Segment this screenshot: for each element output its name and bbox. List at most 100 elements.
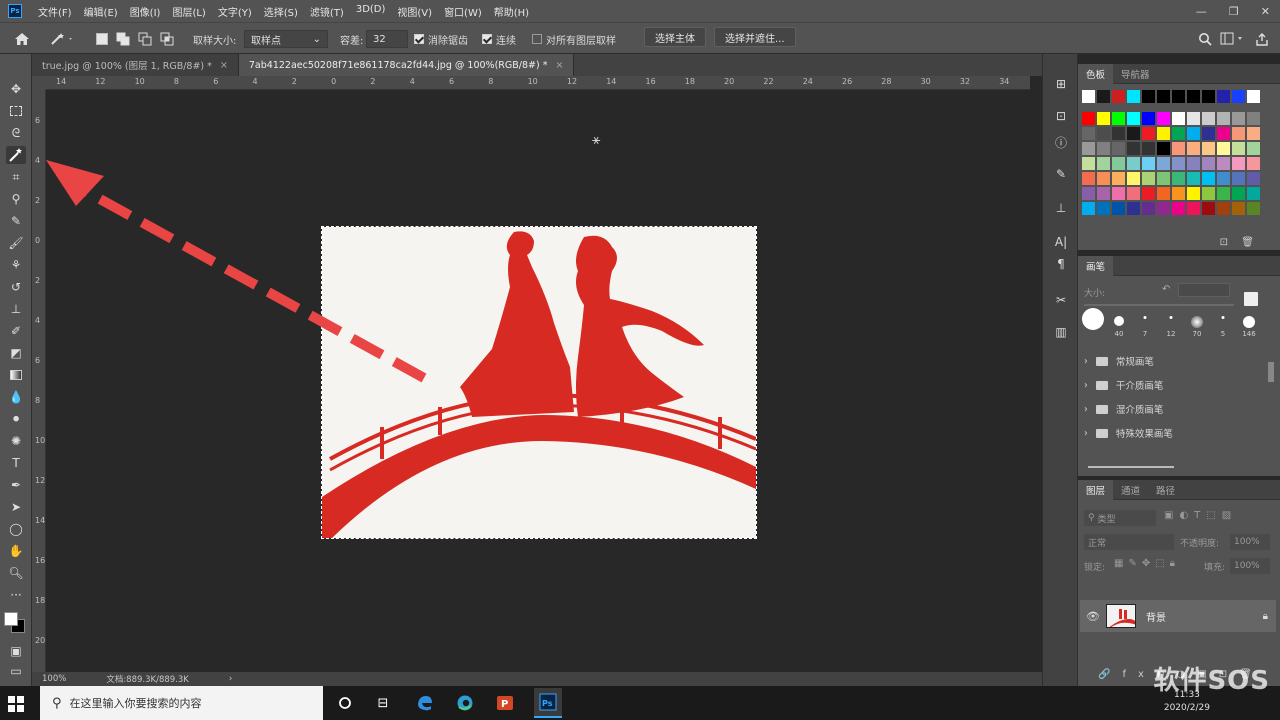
paragraph-panel-icon[interactable]: ¶ <box>1051 254 1071 274</box>
select-and-mask-button[interactable]: 选择并遮住... <box>714 27 796 47</box>
more-tools-icon[interactable]: ··· <box>6 586 26 604</box>
brush-folder-general[interactable]: › 常规画笔 <box>1084 350 1154 372</box>
color-swatch[interactable] <box>1172 112 1185 125</box>
color-swatch[interactable] <box>1127 127 1140 140</box>
color-swatch[interactable] <box>1232 187 1245 200</box>
menu-window[interactable]: 窗口(W) <box>444 4 482 19</box>
close-icon[interactable]: ✕ <box>1261 5 1270 18</box>
color-swatch[interactable] <box>1232 127 1245 140</box>
color-swatch[interactable] <box>1097 112 1110 125</box>
color-swatch[interactable] <box>1247 172 1260 185</box>
color-swatch[interactable] <box>1112 187 1125 200</box>
color-swatch[interactable] <box>1202 142 1215 155</box>
hand-tool-icon[interactable]: ✋ <box>6 542 26 560</box>
new-selection-icon[interactable] <box>96 30 108 48</box>
stamp-tool-icon[interactable]: ⊥ <box>6 300 26 318</box>
brush-preset[interactable]: 146 <box>1236 308 1262 340</box>
pen-tool-icon[interactable]: ✒ <box>6 476 26 494</box>
tab-layers[interactable]: 图层 <box>1078 479 1114 500</box>
new-edge-icon[interactable] <box>454 693 476 713</box>
brush-folder-wet[interactable]: › 湿介质画笔 <box>1084 398 1163 420</box>
color-swatch[interactable] <box>1187 142 1200 155</box>
eyedropper-tool-icon[interactable]: ⚲ <box>6 190 26 208</box>
color-swatch[interactable] <box>1082 202 1095 215</box>
color-swatch[interactable] <box>1142 112 1155 125</box>
search-icon[interactable] <box>1198 30 1212 48</box>
vertical-ruler[interactable]: 6 4 2 0 2 4 6 8 10 12 14 16 18 20 <box>32 90 46 672</box>
foreground-color[interactable] <box>4 612 18 626</box>
color-swatch[interactable] <box>1142 142 1155 155</box>
color-swatch[interactable] <box>1217 142 1230 155</box>
color-swatch[interactable] <box>1157 142 1170 155</box>
color-swatch[interactable] <box>1082 187 1095 200</box>
screen-mode-icon[interactable]: ▭ <box>6 662 26 680</box>
tab-brushes[interactable]: 画笔 <box>1078 255 1114 276</box>
photoshop-logo-icon[interactable]: Ps <box>8 4 22 18</box>
contiguous-checkbox[interactable]: 连续 <box>482 30 516 48</box>
color-swatch[interactable] <box>1157 187 1170 200</box>
color-swatch[interactable] <box>1127 187 1140 200</box>
workspace-icon[interactable] <box>1220 30 1246 48</box>
tab-swatches[interactable]: 色板 <box>1078 63 1114 84</box>
color-swatch[interactable] <box>1097 187 1110 200</box>
dodge-tool-icon[interactable]: ⚫ <box>6 410 26 428</box>
color-swatch[interactable] <box>1187 187 1200 200</box>
color-swatch[interactable] <box>1097 142 1110 155</box>
brush-preset[interactable] <box>1080 308 1106 340</box>
sample-all-layers-checkbox[interactable]: 对所有图层取样 <box>532 30 616 48</box>
brush-preset[interactable]: 70 <box>1184 308 1210 340</box>
lock-icons[interactable]: ▦✎✥⬚🔒︎ <box>1114 558 1180 569</box>
intersect-selection-icon[interactable] <box>160 30 174 48</box>
task-view-icon[interactable]: ⊟ <box>372 693 394 713</box>
menu-layer[interactable]: 图层(L) <box>172 4 205 19</box>
move-tool-icon[interactable]: ✥ <box>6 80 26 98</box>
recent-swatch[interactable] <box>1157 90 1170 103</box>
recent-swatch[interactable] <box>1097 90 1110 103</box>
status-expand-icon[interactable]: › <box>229 674 232 684</box>
new-swatch-icon[interactable]: ⊡ <box>1220 237 1228 248</box>
libraries-panel-icon[interactable]: ⊡ <box>1051 106 1071 126</box>
color-swatch[interactable] <box>1112 172 1125 185</box>
color-swatch[interactable] <box>1187 157 1200 170</box>
color-swatch[interactable] <box>1172 142 1185 155</box>
blend-mode-dropdown[interactable]: 正常 <box>1084 534 1174 550</box>
menu-select[interactable]: 选择(S) <box>264 4 298 19</box>
gradient-tool-icon[interactable] <box>6 366 26 384</box>
color-swatch[interactable] <box>1082 172 1095 185</box>
opacity-input[interactable]: 100% <box>1230 534 1270 550</box>
taskbar-search-box[interactable]: ⚲ 在这里输入你要搜索的内容 <box>40 686 323 720</box>
clone-source-icon[interactable]: ⊥ <box>1051 198 1071 218</box>
color-swatch[interactable] <box>1127 142 1140 155</box>
color-swatch[interactable] <box>1142 202 1155 215</box>
brush-preset[interactable]: 40 <box>1106 308 1132 340</box>
layer-filter-icons[interactable]: ▣◐T⬚▨ <box>1164 510 1237 521</box>
tab-7ab4122-jpg[interactable]: 7ab4122aec50208f71e861178ca2fd44.jpg @ 1… <box>238 54 575 76</box>
healing-brush-tool-icon[interactable]: ✎ <box>6 212 26 230</box>
quick-mask-icon[interactable]: ▣ <box>6 642 26 660</box>
color-swatch[interactable] <box>1247 187 1260 200</box>
recent-swatch[interactable] <box>1172 90 1185 103</box>
brush-scrollbar[interactable] <box>1268 362 1274 382</box>
color-swatch[interactable] <box>1157 157 1170 170</box>
color-swatch[interactable] <box>1142 172 1155 185</box>
recent-swatch[interactable] <box>1127 90 1140 103</box>
color-swatch[interactable] <box>1217 112 1230 125</box>
select-subject-button[interactable]: 选择主体 <box>644 27 706 47</box>
color-swatch[interactable] <box>1157 172 1170 185</box>
fill-input[interactable]: 100% <box>1230 558 1270 574</box>
recent-swatch[interactable] <box>1142 90 1155 103</box>
color-swatch[interactable] <box>1202 112 1215 125</box>
recent-swatch[interactable] <box>1232 90 1245 103</box>
history-panel-icon[interactable]: ⊞ <box>1051 74 1071 94</box>
delete-swatch-icon[interactable]: 🗑︎ <box>1241 237 1254 248</box>
add-selection-icon[interactable] <box>116 30 130 48</box>
color-swatch[interactable] <box>1232 202 1245 215</box>
color-swatch[interactable] <box>1217 127 1230 140</box>
restore-icon[interactable]: ❐ <box>1229 5 1239 18</box>
layer-filter-dropdown[interactable]: ⚲ 类型 <box>1084 510 1156 526</box>
recent-swatch[interactable] <box>1247 90 1260 103</box>
brush-settings-icon[interactable]: ✎ <box>1051 164 1071 184</box>
color-swatch[interactable] <box>1247 112 1260 125</box>
menu-view[interactable]: 视图(V) <box>397 4 432 19</box>
menu-3d[interactable]: 3D(D) <box>356 4 386 19</box>
